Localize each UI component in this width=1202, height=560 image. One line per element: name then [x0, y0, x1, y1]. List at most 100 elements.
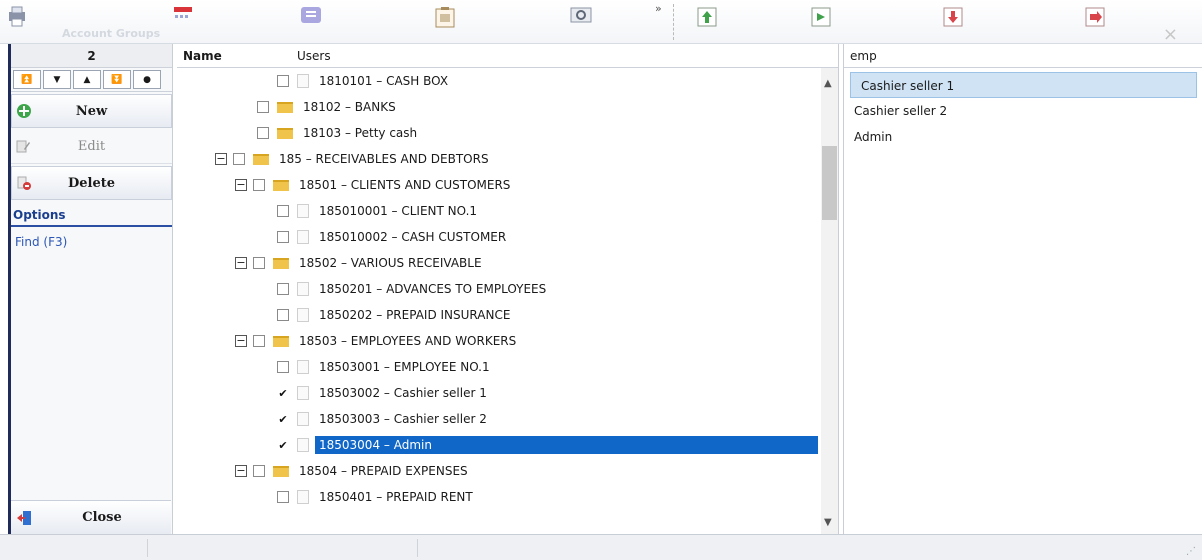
node-checkbox[interactable] — [277, 231, 289, 243]
node-checkbox[interactable] — [253, 335, 265, 347]
node-label: 1810101 – CASH BOX — [319, 74, 449, 88]
column-header-users[interactable]: Users — [297, 49, 331, 63]
collapse-icon[interactable]: − — [235, 257, 247, 269]
user-list-item[interactable]: Cashier seller 1 — [850, 72, 1197, 98]
tree-account-node[interactable]: ✔ 18503002 – Cashier seller 1 — [277, 380, 491, 406]
folder-icon — [277, 127, 293, 139]
document-icon — [297, 490, 309, 504]
tree-account-node[interactable]: 1850401 – PREPAID RENT — [277, 484, 477, 510]
node-label: 18503 – EMPLOYEES AND WORKERS — [299, 334, 517, 348]
new-button[interactable]: New — [11, 94, 172, 128]
node-label: 18504 – PREPAID EXPENSES — [299, 464, 468, 478]
node-checkbox[interactable] — [277, 283, 289, 295]
node-label: 18102 – BANKS — [303, 100, 396, 114]
tree-scrollbar[interactable]: ▲ ▼ — [821, 68, 838, 534]
toolbar: » Account Groups × — [0, 0, 1202, 45]
node-checkbox[interactable] — [253, 179, 265, 191]
toolbar-overflow[interactable]: » — [655, 2, 662, 15]
tree-folder-node[interactable]: − 18502 – VARIOUS RECEIVABLE — [235, 250, 486, 276]
node-checkbox[interactable] — [277, 309, 289, 321]
close-button-label: Close — [82, 510, 122, 525]
node-checkbox[interactable] — [233, 153, 245, 165]
node-checkbox[interactable]: ✔ — [277, 387, 289, 399]
node-checkbox[interactable]: ✔ — [277, 439, 289, 451]
document-icon — [297, 204, 309, 218]
delete-button[interactable]: Delete — [11, 166, 172, 200]
account-tree: 1810101 – CASH BOX 18102 – BANKS 18103 – P… — [177, 68, 822, 534]
delete-icon — [17, 176, 31, 190]
tree-folder-node[interactable]: 18103 – Petty cash — [257, 120, 421, 146]
tree-account-node[interactable]: 18503001 – EMPLOYEE NO.1 — [277, 354, 494, 380]
node-checkbox[interactable] — [277, 361, 289, 373]
first-record-button[interactable]: ⏫ — [13, 70, 41, 89]
document-icon — [297, 438, 309, 452]
edit-button[interactable]: Edit — [11, 130, 172, 164]
collapse-icon[interactable]: − — [235, 465, 247, 477]
node-checkbox[interactable] — [277, 205, 289, 217]
node-label: 185010002 – CASH CUSTOMER — [319, 230, 507, 244]
ghost-title-text: Account Groups — [62, 27, 161, 40]
tree-account-node[interactable]: 1850202 – PREPAID INSURANCE — [277, 302, 514, 328]
node-label: 18503001 – EMPLOYEE NO.1 — [319, 360, 490, 374]
tree-account-node[interactable]: 185010001 – CLIENT NO.1 — [277, 198, 481, 224]
plus-icon — [17, 104, 31, 118]
scroll-down-icon[interactable]: ▼ — [824, 517, 832, 528]
navigation-row: ⏫ ▼ ▲ ⏬ ● — [11, 68, 172, 92]
tree-header: Name Users — [177, 44, 838, 68]
node-label: 18103 – Petty cash — [303, 126, 418, 140]
node-checkbox[interactable] — [277, 75, 289, 87]
folder-icon — [273, 335, 289, 347]
status-segment — [0, 539, 148, 557]
node-label: 1850202 – PREPAID INSURANCE — [319, 308, 511, 322]
close-button[interactable]: Close — [11, 500, 171, 534]
tree-folder-node[interactable]: − 18503 – EMPLOYEES AND WORKERS — [235, 328, 520, 354]
collapse-icon[interactable]: − — [215, 153, 227, 165]
tree-folder-node[interactable]: − 18504 – PREPAID EXPENSES — [235, 458, 472, 484]
tree-account-node[interactable]: 1810101 – CASH BOX — [277, 68, 452, 94]
exit-door-icon — [17, 510, 31, 525]
status-bar: ⋰ — [0, 534, 1202, 560]
find-link[interactable]: Find (F3) — [11, 227, 172, 257]
document-icon — [297, 360, 309, 374]
node-checkbox[interactable] — [277, 491, 289, 503]
node-checkbox[interactable] — [257, 127, 269, 139]
tree-account-node[interactable]: 185010002 – CASH CUSTOMER — [277, 224, 510, 250]
user-list-item[interactable]: Admin — [844, 124, 1202, 150]
close-icon: × — [1162, 24, 1178, 45]
document-icon — [297, 230, 309, 244]
document-icon — [297, 412, 309, 426]
resize-grip-icon[interactable]: ⋰ — [1186, 546, 1196, 557]
node-label: 1850401 – PREPAID RENT — [319, 490, 473, 504]
user-filter-input[interactable]: emp — [844, 44, 1202, 68]
tree-account-node[interactable]: 1850201 – ADVANCES TO EMPLOYEES — [277, 276, 550, 302]
next-record-button[interactable]: ▼ — [43, 70, 71, 89]
node-label: 18502 – VARIOUS RECEIVABLE — [299, 256, 482, 270]
left-panel: 2 ⏫ ▼ ▲ ⏬ ● New Edit Delete Options Find… — [8, 44, 173, 534]
node-checkbox[interactable] — [253, 465, 265, 477]
folder-icon — [277, 101, 293, 113]
tree-account-node[interactable]: ✔ 18503004 – Admin — [277, 432, 818, 458]
collapse-icon[interactable]: − — [235, 335, 247, 347]
folder-icon — [273, 179, 289, 191]
node-label: 185010001 – CLIENT NO.1 — [319, 204, 478, 218]
tree-folder-node[interactable]: − 185 – RECEIVABLES AND DEBTORS — [215, 146, 493, 172]
options-heading: Options — [11, 202, 172, 227]
last-record-button[interactable]: ⏬ — [103, 70, 131, 89]
current-record-button[interactable]: ● — [133, 70, 161, 89]
scroll-thumb[interactable] — [822, 146, 837, 220]
collapse-icon[interactable]: − — [235, 179, 247, 191]
node-checkbox[interactable]: ✔ — [277, 413, 289, 425]
scroll-up-icon[interactable]: ▲ — [824, 78, 832, 89]
tree-account-node[interactable]: ✔ 18503003 – Cashier seller 2 — [277, 406, 491, 432]
users-panel: emp Cashier seller 1 Cashier seller 2 Ad… — [843, 44, 1202, 534]
tree-panel: Name Users 1810101 – CASH BOX 18102 – BAN… — [177, 44, 839, 534]
node-label: 18503003 – Cashier seller 2 — [319, 412, 487, 426]
status-segment — [148, 539, 418, 557]
user-list-item[interactable]: Cashier seller 2 — [844, 98, 1202, 124]
tree-folder-node[interactable]: − 18501 – CLIENTS AND CUSTOMERS — [235, 172, 514, 198]
node-checkbox[interactable] — [257, 101, 269, 113]
tree-folder-node[interactable]: 18102 – BANKS — [257, 94, 400, 120]
previous-record-button[interactable]: ▲ — [73, 70, 101, 89]
column-header-name[interactable]: Name — [183, 49, 222, 63]
node-checkbox[interactable] — [253, 257, 265, 269]
